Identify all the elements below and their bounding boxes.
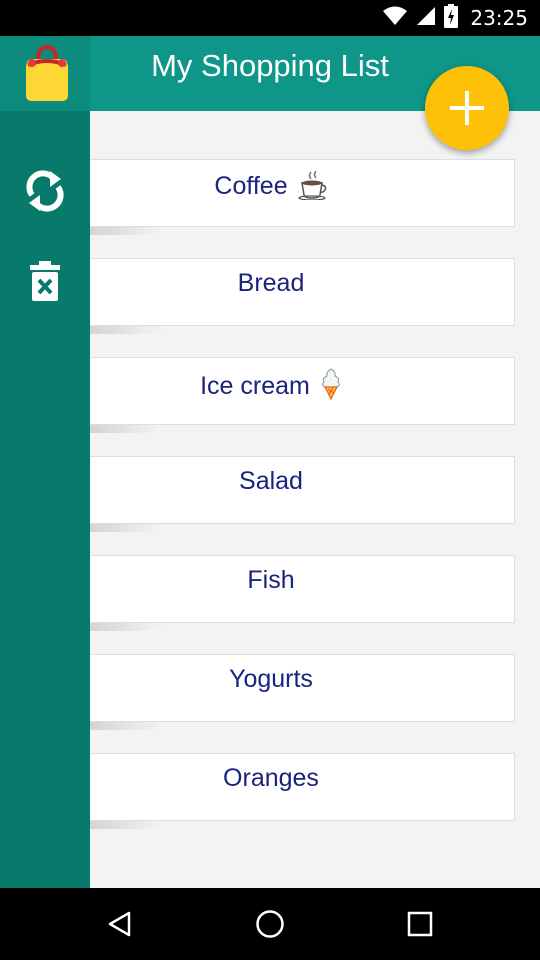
list-item-yogurts[interactable]: Yogurts [90, 654, 515, 730]
card-shadow [90, 425, 162, 433]
status-time: 23:25 [470, 6, 528, 30]
card-shadow [90, 524, 162, 532]
app-screen: My Shopping List Coffee Bread Ice cream … [0, 36, 540, 888]
coffee-cup-icon [298, 170, 328, 207]
signal-icon [416, 6, 436, 31]
card-shadow [90, 623, 162, 631]
refresh-button[interactable] [20, 166, 70, 216]
nav-back-button[interactable] [100, 904, 140, 944]
card-shadow [90, 722, 162, 730]
sidebar [0, 36, 90, 888]
shopping-bag-icon [26, 44, 68, 101]
list-item-coffee[interactable]: Coffee [90, 159, 515, 235]
list-item-label: Bread [237, 269, 305, 297]
list-item-label: Ice cream [200, 372, 310, 400]
trash-icon [30, 261, 60, 301]
list-item-label: Oranges [223, 764, 319, 792]
system-navigation-bar [0, 888, 540, 960]
delete-all-button[interactable] [20, 256, 70, 306]
card-shadow [90, 227, 162, 235]
list-item-label-row: Coffee [90, 170, 452, 207]
nav-recents-button[interactable] [400, 904, 440, 944]
back-triangle-icon [108, 911, 131, 937]
list-item-fish[interactable]: Fish [90, 555, 515, 631]
list-item-label: Coffee [214, 172, 288, 200]
add-item-button[interactable] [425, 66, 509, 150]
status-icons: 23:25 [382, 0, 528, 36]
home-circle-icon [256, 910, 284, 938]
ice-cream-icon [320, 368, 342, 407]
list-item-label: Fish [247, 566, 295, 594]
list-item-ice-cream[interactable]: Ice cream [90, 357, 515, 433]
plus-icon [450, 91, 484, 125]
list-item-label-row: Ice cream [90, 368, 452, 407]
refresh-icon [26, 170, 64, 212]
nav-home-button[interactable] [250, 904, 290, 944]
list-item-label: Salad [239, 467, 303, 495]
list-item-salad[interactable]: Salad [90, 456, 515, 532]
list-item-bread[interactable]: Bread [90, 258, 515, 334]
status-bar: 23:25 [0, 0, 540, 36]
list-item-oranges[interactable]: Oranges [90, 753, 515, 829]
battery-charging-icon [444, 3, 459, 33]
wifi-icon [382, 6, 408, 31]
card-shadow [90, 821, 162, 829]
recents-square-icon [407, 911, 433, 937]
list-item-label: Yogurts [229, 665, 313, 693]
card-shadow [90, 326, 162, 334]
app-logo [0, 36, 90, 111]
